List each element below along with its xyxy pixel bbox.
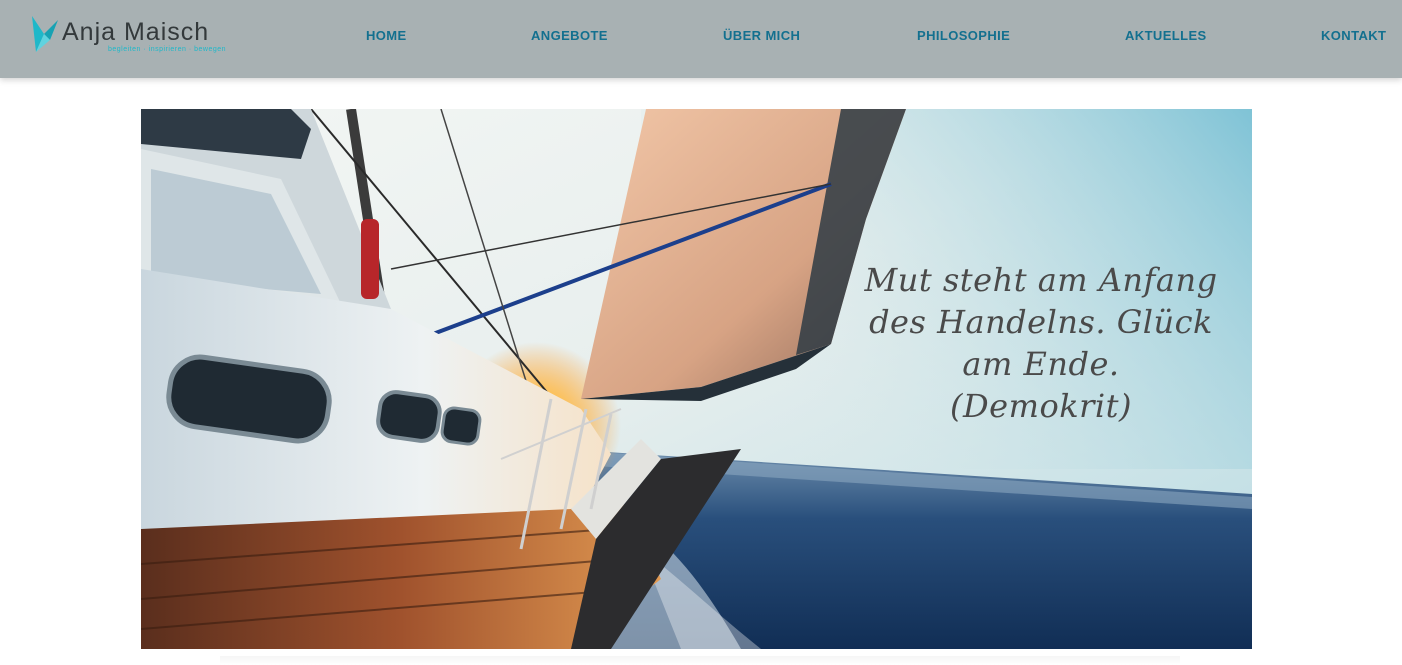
nav-aktuelles[interactable]: AKTUELLES (1125, 28, 1207, 43)
nav-ueber-mich[interactable]: ÜBER MICH (723, 28, 800, 43)
site-header: Anja Maisch begleiten · inspirieren · be… (0, 0, 1402, 78)
nav-philosophie[interactable]: PHILOSOPHIE (917, 28, 1010, 43)
nav-angebote[interactable]: ANGEBOTE (531, 28, 608, 43)
main-navigation: HOME ANGEBOTE ÜBER MICH PHILOSOPHIE AKTU… (0, 0, 1402, 72)
hero-image: Mut steht am Anfang des Handelns. Glück … (141, 109, 1252, 649)
hero-quote: Mut steht am Anfang des Handelns. Glück … (864, 261, 1218, 425)
nav-kontakt[interactable]: KONTAKT (1321, 28, 1386, 43)
nav-home[interactable]: HOME (366, 28, 407, 43)
content-divider-shadow (220, 656, 1180, 665)
